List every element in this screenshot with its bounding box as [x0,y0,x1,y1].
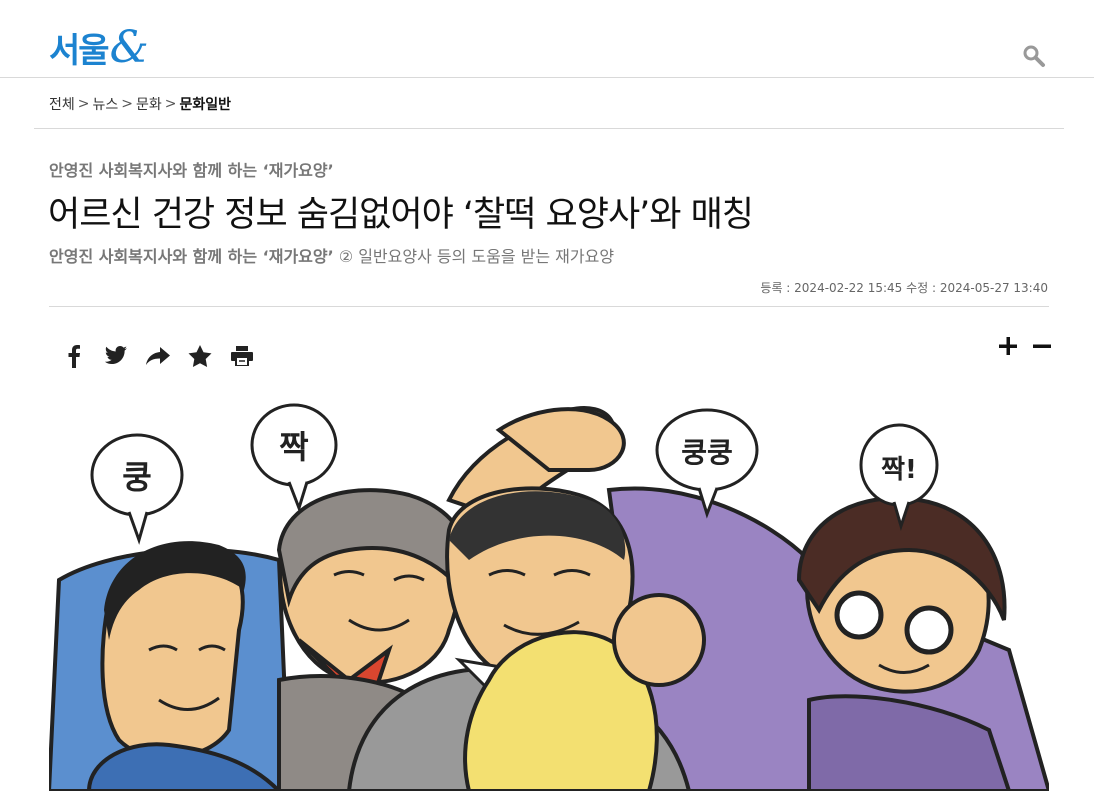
minus-icon[interactable] [1028,332,1056,360]
header-divider [49,306,1049,307]
star-icon[interactable] [179,342,221,370]
bubble-text: 쿵 [122,458,151,496]
share-icon[interactable] [137,342,179,370]
plus-icon[interactable] [994,332,1022,360]
logo-ampersand: & [109,22,149,74]
print-icon[interactable] [221,342,263,370]
breadcrumb-divider [34,128,1064,129]
breadcrumb-separator: > [77,96,90,112]
site-header: 서울 & [0,0,1094,78]
subtitle-text: ② 일반요양사 등의 도움을 받는 재가요양 [333,247,615,266]
site-logo[interactable]: 서울 & [49,22,149,74]
article-dates: 등록 : 2024-02-22 15:45 수정 : 2024-05-27 13… [760,281,1048,295]
twitter-icon[interactable] [95,342,137,370]
subtitle-series: 안영진 사회복지사와 함께 하는 ‘재가요양’ [49,247,334,266]
article-series[interactable]: 안영진 사회복지사와 함께 하는 ‘재가요양’ [49,157,334,181]
breadcrumb-item-news[interactable]: 뉴스 [93,94,119,114]
breadcrumb-item-culture[interactable]: 문화 [136,94,162,114]
bubble-text: 짝! [881,455,917,485]
bubble-text: 짝 [279,428,308,466]
breadcrumb-separator: > [121,96,133,112]
share-toolbar [53,342,263,370]
search-icon[interactable] [1022,44,1048,70]
breadcrumb: 전체 > 뉴스 > 문화 > 문화일반 [49,94,231,114]
breadcrumb-separator: > [164,96,177,112]
illustration-art: 쿵 짝 쿵쿵 짝! [49,403,1049,791]
logo-text: 서울 [49,31,110,71]
font-size-controls [994,332,1062,360]
bubble-text: 쿵쿵 [681,436,733,469]
facebook-icon[interactable] [53,342,95,370]
article-subtitle: 안영진 사회복지사와 함께 하는 ‘재가요양’ ② 일반요양사 등의 도움을 받… [49,243,614,267]
breadcrumb-item-current[interactable]: 문화일반 [180,94,232,114]
article-title: 어르신 건강 정보 숨김없어야 ‘찰떡 요양사’와 매칭 [48,195,754,235]
article-illustration: 쿵 짝 쿵쿵 짝! [49,400,1049,791]
breadcrumb-item-all[interactable]: 전체 [49,94,75,114]
